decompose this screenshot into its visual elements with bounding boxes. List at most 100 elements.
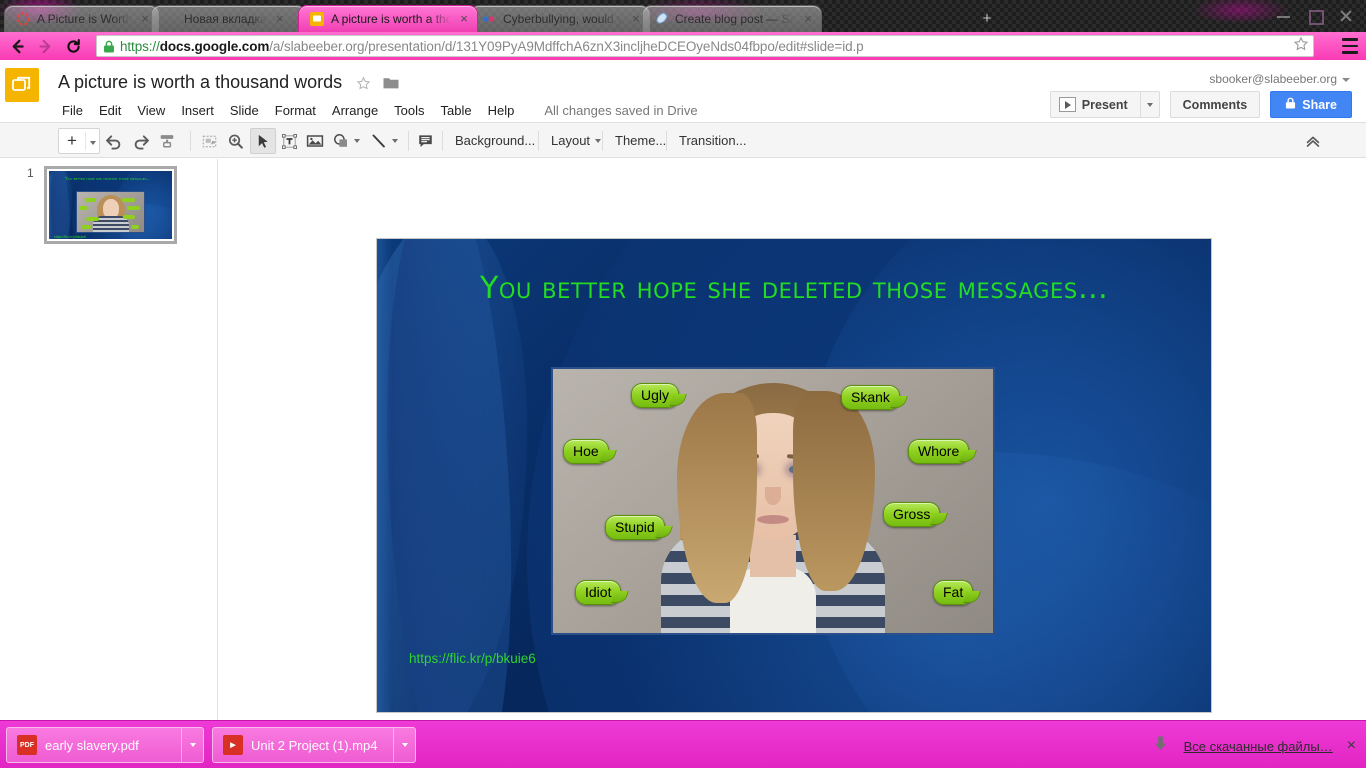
dotted-circle-icon xyxy=(15,11,31,27)
insert-comment-icon[interactable] xyxy=(412,128,438,154)
slide-source-link[interactable]: https://flic.kr/p/bkuie6 xyxy=(409,651,536,666)
new-slide-button[interactable]: + xyxy=(59,129,85,153)
save-status: All changes saved in Drive xyxy=(544,103,697,118)
undo-icon[interactable] xyxy=(100,128,126,154)
lock-icon xyxy=(103,40,115,53)
double-chevron-up-icon[interactable] xyxy=(1304,132,1322,155)
bookmark-star-icon[interactable] xyxy=(1293,36,1309,57)
account-email-text: sbooker@slabeeber.org xyxy=(1209,72,1337,86)
account-email[interactable]: sbooker@slabeeber.org xyxy=(1209,72,1350,86)
speech-bubble: Stupid xyxy=(605,515,665,540)
chevron-down-icon xyxy=(190,743,196,747)
browser-tab-4[interactable]: Cyberbullying, would you × xyxy=(470,5,650,32)
filmstrip-slide-1[interactable]: 1 You better hope she deleted those mess… xyxy=(0,166,218,244)
menu-slide[interactable]: Slide xyxy=(222,100,267,121)
back-arrow-icon[interactable] xyxy=(6,35,28,57)
menu-tools[interactable]: Tools xyxy=(386,100,432,121)
download-item-1[interactable]: PDF early slavery.pdf xyxy=(6,727,204,763)
new-slide-dropdown-button[interactable] xyxy=(85,132,99,150)
present-button[interactable]: Present xyxy=(1050,91,1140,118)
chevron-down-icon xyxy=(1147,103,1153,107)
menu-insert[interactable]: Insert xyxy=(173,100,222,121)
menu-file[interactable]: File xyxy=(58,100,91,121)
share-label: Share xyxy=(1302,98,1337,112)
download-shelf: PDF early slavery.pdf ▶ Unit 2 Project (… xyxy=(0,720,1366,768)
tab-close-icon[interactable]: × xyxy=(801,12,815,26)
magnifier-plus-icon[interactable] xyxy=(222,128,248,154)
insert-image-icon[interactable] xyxy=(302,128,328,154)
reload-icon[interactable] xyxy=(62,35,84,57)
slide-title-text[interactable]: You better hope she deleted those messag… xyxy=(480,271,1170,306)
url-scheme: https:// xyxy=(120,39,160,54)
layout-label: Layout xyxy=(551,133,590,148)
slide-filmstrip[interactable]: 1 You better hope she deleted those mess… xyxy=(0,159,218,720)
background-left-bar xyxy=(377,239,393,712)
download-file-name: early slavery.pdf xyxy=(45,738,149,753)
browser-tab-1[interactable]: A Picture is Worth a Thou × xyxy=(4,5,159,32)
download-menu-button[interactable] xyxy=(181,728,203,762)
paint-roller-icon[interactable] xyxy=(154,128,180,154)
show-all-downloads-link[interactable]: Все скачанные файлы… xyxy=(1184,739,1333,754)
pdf-file-icon: PDF xyxy=(17,735,37,755)
blank-icon xyxy=(162,11,178,27)
share-button[interactable]: Share xyxy=(1270,91,1352,118)
menu-edit[interactable]: Edit xyxy=(91,100,129,121)
maximize-icon[interactable] xyxy=(1308,9,1321,22)
address-bar[interactable]: https://docs.google.com/a/slabeeber.org/… xyxy=(96,35,1314,57)
pointer-arrow-icon[interactable] xyxy=(250,128,276,154)
close-shelf-icon[interactable]: × xyxy=(1347,739,1356,753)
folder-icon[interactable] xyxy=(383,76,399,95)
document-title[interactable]: A picture is worth a thousand words xyxy=(58,72,342,93)
speech-bubble: Ugly xyxy=(631,383,679,408)
menu-arrange[interactable]: Arrange xyxy=(324,100,386,121)
transition-button[interactable]: Transition... xyxy=(670,127,755,154)
new-tab-button[interactable]: + xyxy=(975,9,999,29)
close-icon[interactable] xyxy=(1339,9,1352,22)
tab-close-icon[interactable]: × xyxy=(273,12,287,26)
minimize-icon[interactable] xyxy=(1277,9,1290,22)
redo-icon[interactable] xyxy=(128,128,154,154)
chevron-down-icon xyxy=(90,141,96,145)
slide-thumbnail[interactable]: You better hope she deleted those messag… xyxy=(44,166,177,244)
comments-button[interactable]: Comments xyxy=(1170,91,1261,118)
speech-bubble: Idiot xyxy=(575,580,621,605)
speech-bubble: Skank xyxy=(841,385,900,410)
chevron-down-icon xyxy=(402,743,408,747)
download-arrow-icon xyxy=(1153,735,1168,757)
menu-view[interactable]: View xyxy=(129,100,173,121)
download-item-2[interactable]: ▶ Unit 2 Project (1).mp4 xyxy=(212,727,416,763)
tab-close-icon[interactable]: × xyxy=(138,12,152,26)
tab-title: A Picture is Worth a Thou xyxy=(37,12,132,26)
slide-thumbnail-preview: You better hope she deleted those messag… xyxy=(49,171,172,239)
tab-close-icon[interactable]: × xyxy=(457,12,471,26)
fit-to-window-icon[interactable] xyxy=(196,128,222,154)
present-button-group: Present xyxy=(1050,91,1160,118)
thumbnail-photo xyxy=(76,191,145,233)
slides-logo-icon[interactable] xyxy=(5,68,39,102)
star-outline-icon[interactable] xyxy=(356,76,371,96)
text-box-icon[interactable] xyxy=(276,128,302,154)
theme-button[interactable]: Theme... xyxy=(606,127,675,154)
browser-tab-5[interactable]: Create blog post — Scie × xyxy=(642,5,822,32)
slide-photo[interactable]: Ugly Skank Hoe Whore Gross Stupid Idiot … xyxy=(551,367,995,635)
download-menu-button[interactable] xyxy=(393,728,415,762)
url-host: docs.google.com xyxy=(160,39,270,54)
present-dropdown-button[interactable] xyxy=(1140,91,1160,118)
background-button[interactable]: Background... xyxy=(446,127,544,154)
speech-bubble: Whore xyxy=(908,439,969,464)
menu-format[interactable]: Format xyxy=(267,100,324,121)
chevron-down-icon xyxy=(595,139,601,143)
shape-dropdown-button[interactable] xyxy=(350,128,364,154)
line-dropdown-button[interactable] xyxy=(388,128,402,154)
forward-arrow-icon[interactable] xyxy=(34,35,56,57)
layout-button[interactable]: Layout xyxy=(542,127,610,154)
browser-tab-2[interactable]: Новая вкладка × xyxy=(151,5,306,32)
menu-table[interactable]: Table xyxy=(433,100,480,121)
browser-menu-icon[interactable] xyxy=(1342,38,1358,54)
slide-canvas-area[interactable]: You better hope she deleted those messag… xyxy=(219,159,1366,720)
slide-editor[interactable]: You better hope she deleted those messag… xyxy=(377,239,1211,712)
browser-tab-3-active[interactable]: A picture is worth a thou × xyxy=(298,5,478,32)
tab-close-icon[interactable]: × xyxy=(629,12,643,26)
menu-help[interactable]: Help xyxy=(480,100,523,121)
tab-title: Новая вкладка xyxy=(184,12,267,26)
